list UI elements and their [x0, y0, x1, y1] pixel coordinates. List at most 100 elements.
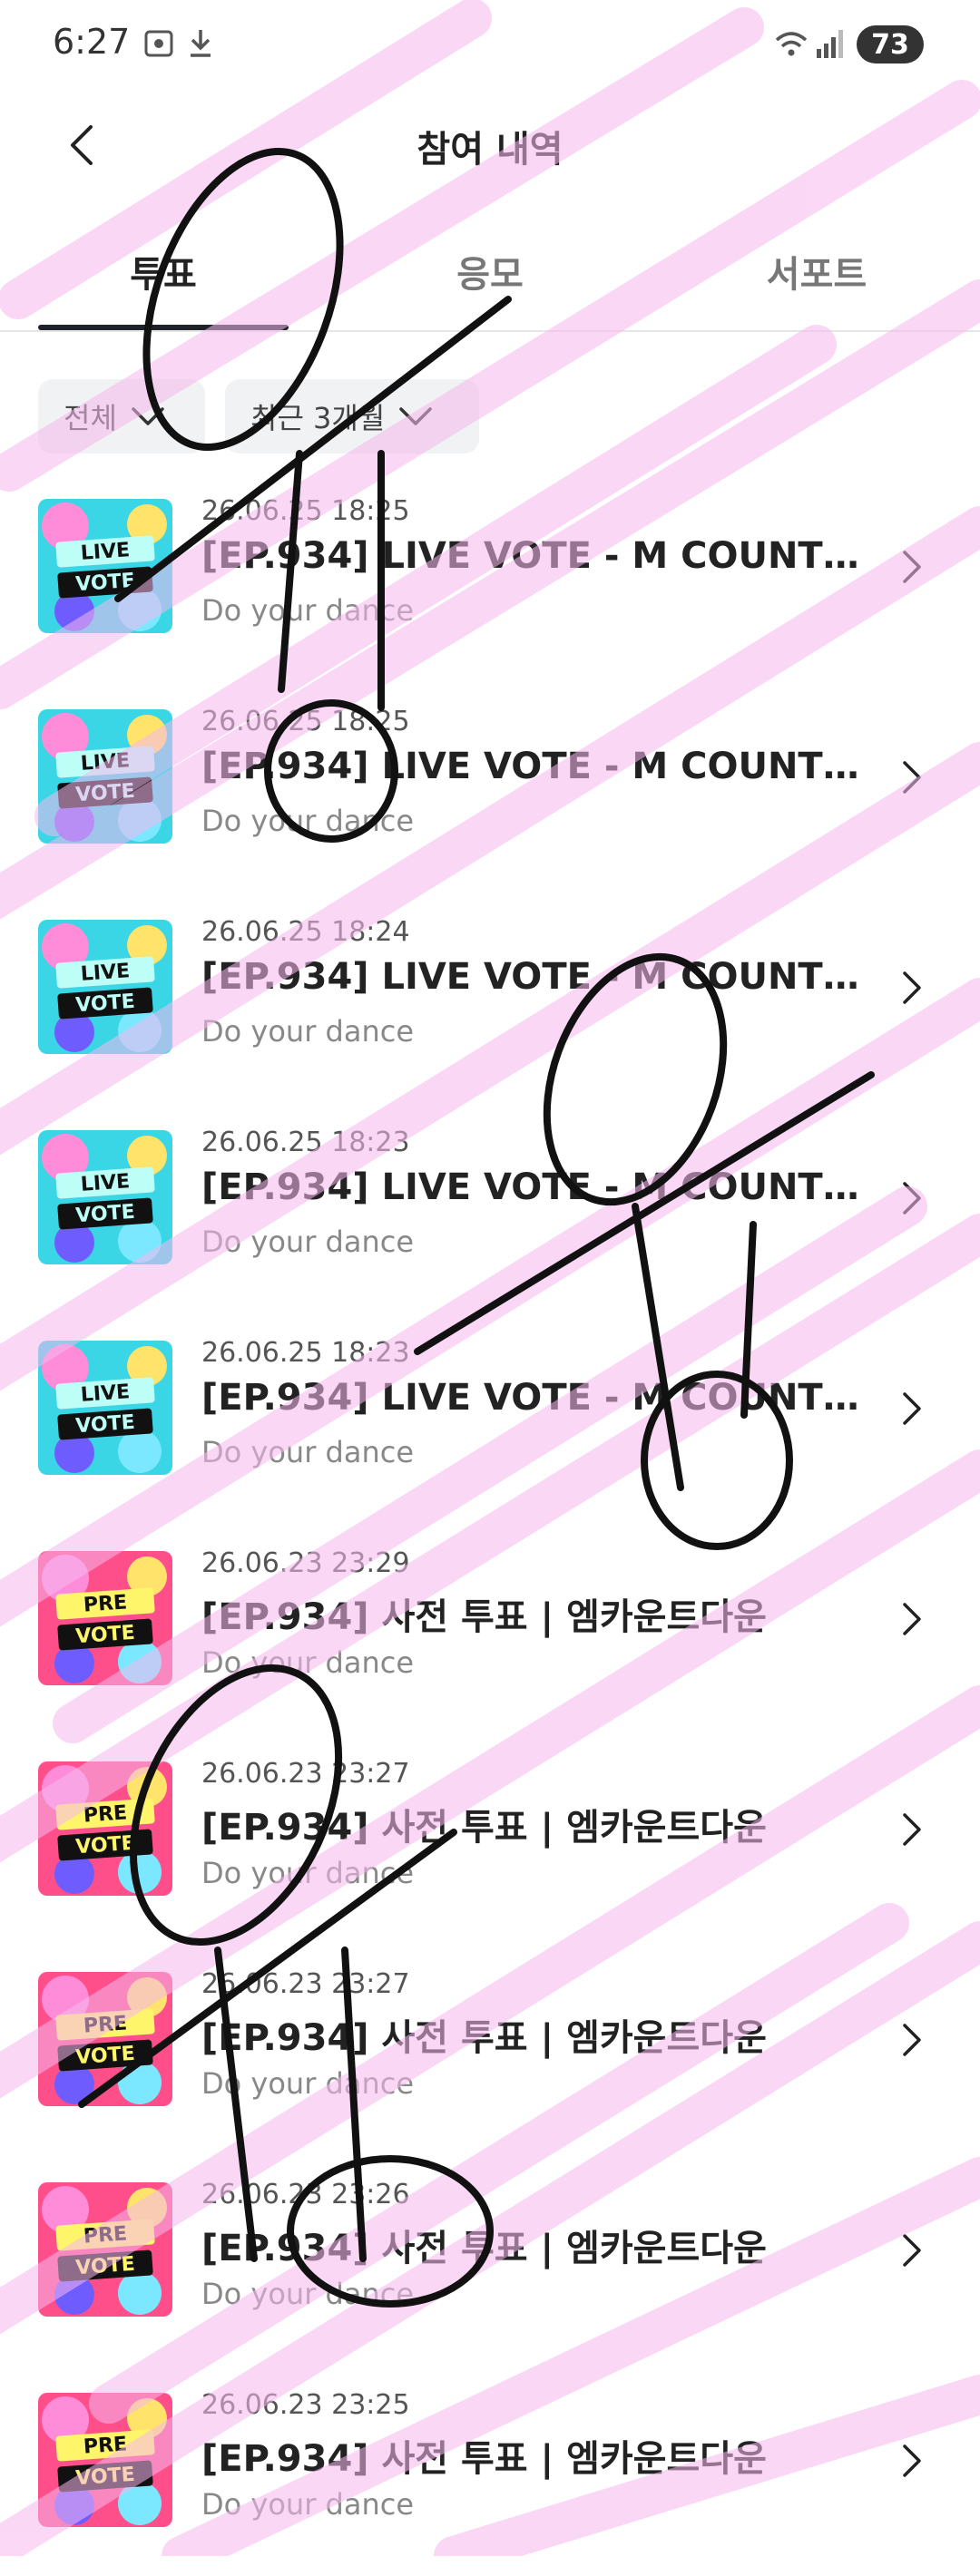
page-title: 참여 내역 — [416, 129, 564, 171]
list-item[interactable]: LIVE VOTE 26.06.25 18:23 [EP.934] LIVE V… — [0, 1103, 980, 1313]
chevron-down-icon — [132, 407, 164, 425]
app-header: 참여 내역 — [0, 91, 980, 200]
item-title: [EP.934] 사전 투표 | 엠카운트다운 — [201, 2228, 767, 2269]
item-title: [EP.934] 사전 투표 | 엠카운트다운 — [201, 2017, 767, 2059]
item-date: 26.06.25 18:23 — [201, 1337, 410, 1369]
item-date: 26.06.23 23:27 — [201, 1758, 410, 1790]
thumbnail-badge-bottom: VOTE — [75, 2253, 136, 2280]
item-subtitle: Do your dance — [201, 1435, 414, 1469]
vote-thumbnail: PRE VOTE — [38, 2393, 172, 2527]
item-title: [EP.934] LIVE VOTE - M COUNTDO... — [201, 956, 864, 998]
period-filter-label: 최근 3개월 — [250, 401, 386, 435]
vote-thumbnail: LIVE VOTE — [38, 709, 172, 844]
chevron-down-icon — [399, 407, 433, 425]
list-item[interactable]: LIVE VOTE 26.06.25 18:25 [EP.934] LIVE V… — [0, 682, 980, 893]
list-item[interactable]: LIVE VOTE 26.06.25 18:25 [EP.934] LIVE V… — [0, 472, 980, 682]
thumbnail-badge-top: LIVE — [80, 1381, 131, 1407]
chevron-right-icon[interactable] — [898, 756, 926, 798]
vote-thumbnail: PRE VOTE — [38, 1551, 172, 1685]
chevron-right-icon[interactable] — [898, 2440, 926, 2482]
thumbnail-badge-top: PRE — [83, 2222, 128, 2248]
item-date: 26.06.25 18:25 — [201, 495, 410, 527]
vote-thumbnail: PRE VOTE — [38, 2182, 172, 2317]
vote-thumbnail: LIVE VOTE — [38, 1341, 172, 1475]
thumbnail-badge-top: PRE — [83, 1801, 128, 1827]
item-title: [EP.934] LIVE VOTE - M COUNTDO... — [201, 1166, 864, 1208]
list-item[interactable]: PRE VOTE 26.06.23 23:26 [EP.934] 사전 투표 |… — [0, 2155, 980, 2366]
chevron-right-icon[interactable] — [898, 1598, 926, 1640]
vote-thumbnail: PRE VOTE — [38, 1761, 172, 1896]
vote-thumbnail: LIVE VOTE — [38, 1130, 172, 1264]
tab-support[interactable]: 서포트 — [653, 245, 980, 298]
thumbnail-badge-top: LIVE — [80, 960, 131, 986]
item-subtitle: Do your dance — [201, 593, 414, 628]
item-subtitle: Do your dance — [201, 1225, 414, 1259]
thumbnail-badge-bottom: VOTE — [75, 1201, 136, 1228]
thumbnail-badge-top: PRE — [83, 2012, 128, 2037]
thumbnail-badge-bottom: VOTE — [75, 1832, 136, 1859]
list-item[interactable]: PRE VOTE 26.06.23 23:27 [EP.934] 사전 투표 |… — [0, 1734, 980, 1945]
item-title: [EP.934] 사전 투표 | 엠카운트다운 — [201, 1807, 767, 1849]
type-filter-label: 전체 — [64, 401, 117, 435]
thumbnail-badge-bottom: VOTE — [75, 780, 136, 807]
screenshot-icon — [144, 30, 173, 57]
period-filter-dropdown[interactable]: 최근 3개월 — [225, 379, 479, 454]
item-title: [EP.934] 사전 투표 | 엠카운트다운 — [201, 2438, 767, 2480]
status-bar: 6:27 73 — [0, 0, 980, 91]
thumbnail-badge-bottom: VOTE — [75, 1411, 136, 1439]
item-date: 26.06.23 23:25 — [201, 2389, 410, 2421]
item-date: 26.06.23 23:26 — [201, 2179, 410, 2210]
item-title: [EP.934] 사전 투표 | 엠카운트다운 — [201, 1596, 767, 1638]
thumbnail-badge-top: PRE — [83, 2433, 128, 2458]
battery-icon: 73 — [857, 25, 924, 63]
chevron-right-icon[interactable] — [898, 2019, 926, 2061]
item-subtitle: Do your dance — [201, 1014, 414, 1049]
thumbnail-badge-bottom: VOTE — [75, 1622, 136, 1649]
vote-thumbnail: PRE VOTE — [38, 1972, 172, 2106]
status-time: 6:27 — [53, 22, 131, 62]
item-subtitle: Do your dance — [201, 1645, 414, 1680]
thumbnail-badge-bottom: VOTE — [75, 2043, 136, 2070]
chevron-right-icon[interactable] — [898, 1177, 926, 1219]
thumbnail-badge-bottom: VOTE — [75, 570, 136, 597]
signal-icon — [817, 30, 843, 58]
tab-active-indicator — [38, 325, 289, 330]
item-date: 26.06.23 23:27 — [201, 1968, 410, 2000]
item-title: [EP.934] LIVE VOTE - M COUNTDO... — [201, 535, 864, 577]
filter-bar: 전체 최근 3개월 — [0, 379, 980, 455]
tab-vote[interactable]: 투표 — [0, 245, 327, 298]
item-date: 26.06.25 18:25 — [201, 706, 410, 737]
chevron-right-icon[interactable] — [898, 1388, 926, 1429]
list-item[interactable]: PRE VOTE 26.06.23 23:27 [EP.934] 사전 투표 |… — [0, 1945, 980, 2155]
vote-thumbnail: LIVE VOTE — [38, 920, 172, 1054]
item-date: 26.06.25 18:23 — [201, 1127, 410, 1158]
list-item[interactable]: PRE VOTE 26.06.23 23:25 [EP.934] 사전 투표 |… — [0, 2366, 980, 2576]
list-item[interactable]: LIVE VOTE 26.06.25 18:23 [EP.934] LIVE V… — [0, 1313, 980, 1524]
tab-entry[interactable]: 응모 — [327, 245, 653, 298]
chevron-right-icon[interactable] — [898, 546, 926, 588]
thumbnail-badge-top: LIVE — [80, 539, 131, 565]
thumbnail-badge-top: LIVE — [80, 749, 131, 776]
chevron-right-icon[interactable] — [898, 1809, 926, 1850]
list-item[interactable]: LIVE VOTE 26.06.25 18:24 [EP.934] LIVE V… — [0, 893, 980, 1103]
item-subtitle: Do your dance — [201, 2487, 414, 2522]
chevron-right-icon[interactable] — [898, 2230, 926, 2271]
battery-level: 73 — [871, 28, 909, 61]
item-date: 26.06.25 18:24 — [201, 916, 410, 948]
item-subtitle: Do your dance — [201, 804, 414, 838]
item-date: 26.06.23 23:29 — [201, 1547, 410, 1579]
item-title: [EP.934] LIVE VOTE - M COUNTDO... — [201, 1377, 864, 1419]
item-subtitle: Do your dance — [201, 1856, 414, 1890]
type-filter-dropdown[interactable]: 전체 — [38, 379, 205, 454]
item-title: [EP.934] LIVE VOTE - M COUNTDO... — [201, 746, 864, 787]
vote-thumbnail: LIVE VOTE — [38, 499, 172, 633]
item-subtitle: Do your dance — [201, 2277, 414, 2311]
chevron-right-icon[interactable] — [898, 967, 926, 1009]
thumbnail-badge-bottom: VOTE — [75, 990, 136, 1018]
thumbnail-badge-top: PRE — [83, 1591, 128, 1616]
thumbnail-badge-top: LIVE — [80, 1170, 131, 1196]
tab-bar: 투표 응모 서포트 — [0, 218, 980, 332]
download-icon — [191, 30, 211, 57]
list-item[interactable]: PRE VOTE 26.06.23 23:29 [EP.934] 사전 투표 |… — [0, 1524, 980, 1734]
item-subtitle: Do your dance — [201, 2066, 414, 2101]
